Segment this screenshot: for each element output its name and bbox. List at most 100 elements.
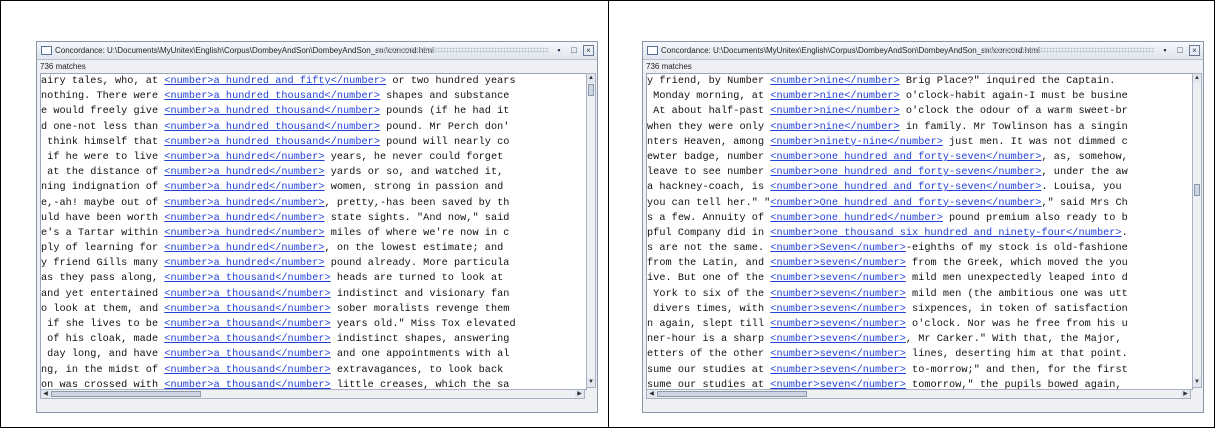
minimize-icon[interactable]: ▪ bbox=[1159, 44, 1171, 56]
match-link[interactable]: <number>a hundred</number> bbox=[164, 167, 324, 178]
match-link[interactable]: <number>seven</number> bbox=[770, 319, 906, 330]
match-link[interactable]: <number>a thousand</number> bbox=[164, 365, 330, 376]
left-context: At about half-past bbox=[647, 106, 771, 118]
concordance-line: if she lives to be <number>a thousand</n… bbox=[41, 317, 586, 332]
left-context: s are not the same. bbox=[647, 243, 771, 255]
concordance-text-area[interactable]: y friend, by Number <number>nine</number… bbox=[646, 73, 1193, 390]
match-link[interactable]: <number>a hundred thousand</number> bbox=[164, 122, 380, 133]
minimize-icon[interactable]: ▪ bbox=[553, 44, 565, 56]
match-link[interactable]: <number>a thousand</number> bbox=[164, 319, 330, 330]
match-link[interactable]: <number>a thousand</number> bbox=[164, 304, 330, 315]
match-link[interactable]: <number>seven</number> bbox=[770, 334, 906, 345]
concordance-line: e,-ah! maybe out of <number>a hundred</n… bbox=[41, 196, 586, 211]
arrow-right-icon[interactable]: ▶ bbox=[575, 390, 584, 398]
vertical-scrollbar[interactable]: ▲ ▼ bbox=[586, 73, 596, 388]
close-icon[interactable]: × bbox=[1189, 45, 1200, 56]
match-link[interactable]: <number>a hundred</number> bbox=[164, 258, 324, 269]
match-link[interactable]: <number>one hundred and forty-seven</num… bbox=[770, 152, 1041, 163]
match-link[interactable]: <number>a hundred</number> bbox=[164, 182, 324, 193]
match-link[interactable]: <number>ninety-nine</number> bbox=[770, 137, 943, 148]
vertical-scrollbar[interactable]: ▲ ▼ bbox=[1192, 73, 1202, 388]
right-context: lines, deserting him at that point. bbox=[905, 349, 1128, 361]
match-link[interactable]: <number>seven</number> bbox=[770, 304, 906, 315]
match-link[interactable]: <number>a hundred</number> bbox=[164, 152, 324, 163]
arrow-right-icon[interactable]: ▶ bbox=[1181, 390, 1190, 398]
match-link[interactable]: <number>a hundred thousand</number> bbox=[164, 106, 380, 117]
match-link[interactable]: <number>a hundred thousand</number> bbox=[164, 137, 380, 148]
concordance-line: Monday morning, at <number>nine</number>… bbox=[647, 89, 1192, 104]
match-count: 736 matches bbox=[40, 62, 86, 71]
match-link[interactable]: <number>a hundred</number> bbox=[164, 213, 324, 224]
right-context: pounds (if he had it bbox=[380, 106, 510, 118]
concordance-text-area[interactable]: airy tales, who, at <number>a hundred an… bbox=[40, 73, 587, 390]
scroll-thumb[interactable] bbox=[657, 391, 807, 397]
match-link[interactable]: <number>one hundred</number> bbox=[770, 213, 943, 224]
arrow-down-icon[interactable]: ▼ bbox=[587, 378, 595, 387]
match-link[interactable]: <number>a hundred and fifty</number> bbox=[164, 76, 386, 87]
arrow-up-icon[interactable]: ▲ bbox=[587, 74, 595, 83]
maximize-icon[interactable]: □ bbox=[1174, 44, 1186, 56]
right-context: heads are turned to look at bbox=[330, 273, 504, 285]
left-context: if he were to live bbox=[41, 151, 165, 163]
concordance-line: airy tales, who, at <number>a hundred an… bbox=[41, 74, 586, 89]
right-context: in family. Mr Towlinson has a singin bbox=[899, 121, 1128, 133]
match-link[interactable]: <number>a hundred</number> bbox=[164, 228, 324, 239]
match-link[interactable]: <number>seven</number> bbox=[770, 289, 906, 300]
match-link[interactable]: <number>nine</number> bbox=[770, 122, 899, 133]
close-icon[interactable]: × bbox=[583, 45, 594, 56]
concordance-line: ning indignation of <number>a hundred</n… bbox=[41, 180, 586, 195]
right-context: o'clock. Nor was he free from his u bbox=[905, 319, 1128, 330]
concordance-line: think himself that <number>a hundred tho… bbox=[41, 135, 586, 150]
maximize-icon[interactable]: □ bbox=[568, 44, 580, 56]
left-context: day long, and have bbox=[41, 349, 165, 361]
arrow-left-icon[interactable]: ◀ bbox=[41, 390, 50, 398]
arrow-down-icon[interactable]: ▼ bbox=[1193, 378, 1201, 387]
match-link[interactable]: <number>one hundred and forty-seven</num… bbox=[770, 167, 1041, 178]
match-link[interactable]: <number>nine</number> bbox=[770, 91, 899, 102]
match-link[interactable]: <number>a thousand</number> bbox=[164, 289, 330, 300]
match-link[interactable]: <number>seven</number> bbox=[770, 365, 906, 376]
arrow-left-icon[interactable]: ◀ bbox=[647, 390, 656, 398]
match-link[interactable]: <number>one hundred and forty-seven</num… bbox=[770, 182, 1041, 193]
left-context: pful Company did in bbox=[647, 227, 771, 239]
left-context: e would freely give bbox=[41, 106, 165, 118]
match-link[interactable]: <number>a hundred</number> bbox=[164, 243, 324, 254]
match-link[interactable]: <number>one thousand six hundred and nin… bbox=[770, 228, 1121, 239]
left-context: ng, in the midst of bbox=[41, 364, 165, 376]
concordance-line: a hackney-coach, is <number>one hundred … bbox=[647, 180, 1192, 195]
left-context: ning indignation of bbox=[41, 182, 165, 194]
left-context: when they were only bbox=[647, 121, 771, 133]
match-link[interactable]: <number>nine</number> bbox=[770, 76, 899, 87]
scroll-thumb[interactable] bbox=[588, 84, 594, 96]
right-context: ," said Mrs Ch bbox=[1041, 197, 1128, 209]
right-context: Brig Place?" inquired the Captain. bbox=[899, 76, 1116, 87]
match-link[interactable]: <number>nine</number> bbox=[770, 106, 899, 117]
match-link[interactable]: <number>One hundred and forty-seven</num… bbox=[770, 198, 1041, 209]
window-titlebar[interactable]: Concordance: U:\Documents\MyUnitex\Engli… bbox=[37, 42, 597, 60]
match-link[interactable]: <number>a hundred</number> bbox=[164, 198, 324, 209]
scroll-thumb[interactable] bbox=[51, 391, 201, 397]
window-titlebar[interactable]: Concordance: U:\Documents\MyUnitex\Engli… bbox=[643, 42, 1203, 60]
arrow-up-icon[interactable]: ▲ bbox=[1193, 74, 1201, 83]
concordance-line: ply of learning for <number>a hundred</n… bbox=[41, 241, 586, 256]
match-link[interactable]: <number>a thousand</number> bbox=[164, 349, 330, 360]
left-context: from the Latin, and bbox=[647, 258, 771, 270]
match-link[interactable]: <number>a thousand</number> bbox=[164, 334, 330, 345]
right-context: pound will nearly co bbox=[380, 136, 510, 148]
scroll-thumb[interactable] bbox=[1194, 184, 1200, 196]
right-context: to-morrow;" and then, for the first bbox=[905, 364, 1128, 376]
horizontal-scrollbar[interactable]: ◀ ▶ bbox=[646, 389, 1191, 399]
right-context: years old." Miss Tox elevated bbox=[330, 319, 516, 330]
match-link[interactable]: <number>Seven</number> bbox=[770, 243, 906, 254]
match-link[interactable]: <number>seven</number> bbox=[770, 273, 906, 284]
match-count: 736 matches bbox=[646, 62, 692, 71]
match-link[interactable]: <number>seven</number> bbox=[770, 258, 906, 269]
match-link[interactable]: <number>a hundred thousand</number> bbox=[164, 91, 380, 102]
horizontal-scrollbar[interactable]: ◀ ▶ bbox=[40, 389, 585, 399]
concordance-line: n again, slept till <number>seven</numbe… bbox=[647, 317, 1192, 332]
concordance-line: y friend, by Number <number>nine</number… bbox=[647, 74, 1192, 89]
left-context: ive. But one of the bbox=[647, 273, 771, 285]
right-context: years, he never could forget bbox=[324, 151, 504, 163]
match-link[interactable]: <number>a thousand</number> bbox=[164, 273, 330, 284]
match-link[interactable]: <number>seven</number> bbox=[770, 349, 906, 360]
